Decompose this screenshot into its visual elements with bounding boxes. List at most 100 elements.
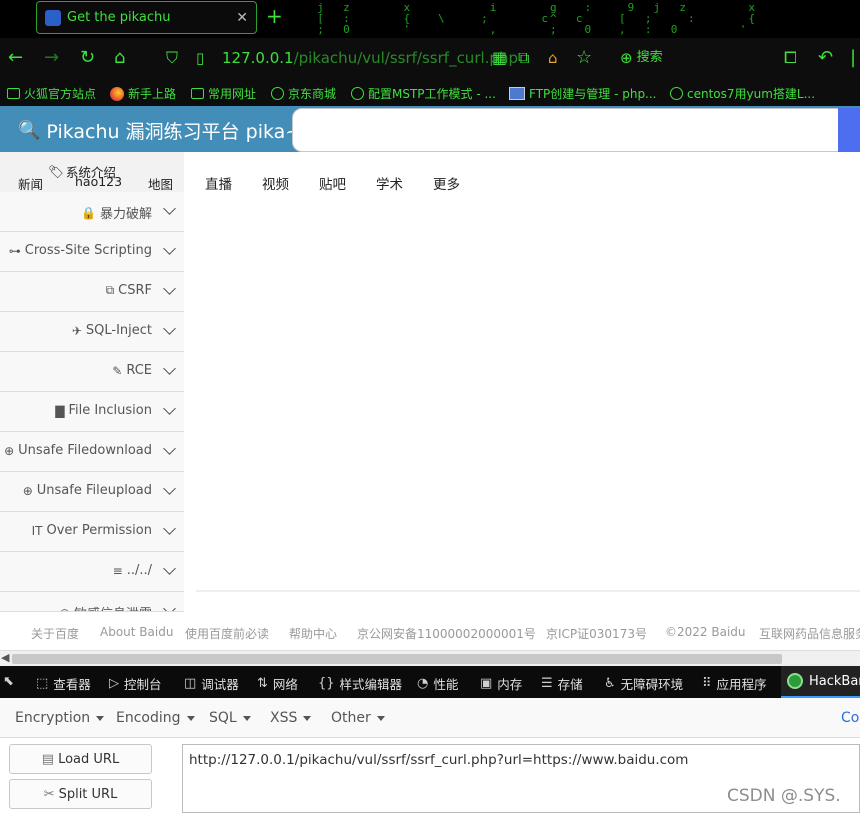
tab-bar: j z x i g : 9 j z x [ : { \ ; c^ c [ ; :… — [0, 0, 860, 38]
footer-link[interactable]: About Baidu — [100, 625, 173, 639]
footer-link[interactable]: 帮助中心 — [289, 625, 337, 642]
watermark: CSDN @.SYS. — [727, 786, 841, 806]
encryption-menu[interactable]: Encryption — [15, 710, 105, 726]
tab-inspector[interactable]: ⬚ 查看器 — [36, 674, 91, 693]
baidu-nav-news[interactable]: 新闻 — [18, 174, 43, 193]
sql-menu[interactable]: SQL — [209, 710, 251, 726]
baidu-nav-xueshu[interactable]: 学术 — [376, 173, 403, 193]
search-button[interactable]: ⊕ 搜索 — [620, 48, 663, 68]
back-icon[interactable]: ← — [8, 48, 23, 68]
url-bar[interactable]: 127.0.0.1/pikachu/vul/ssrf/ssrf_curl.php — [222, 49, 518, 67]
close-tab-icon[interactable]: ✕ — [236, 10, 248, 26]
baidu-favicon-icon: 🐾 — [45, 9, 61, 26]
sidebar-item-directory-traversal[interactable]: ≡ ../../ — [0, 552, 184, 592]
baidu-footer: 关于百度 About Baidu 使用百度前必读 帮助中心 京公网安备11000… — [0, 612, 860, 650]
tab-performance[interactable]: ◔ 性能 — [417, 674, 458, 693]
file-icon: ▇ — [55, 403, 65, 418]
tab-debugger[interactable]: ◫ 调试器 — [184, 674, 239, 693]
contribute-link[interactable]: Co — [841, 710, 859, 726]
baidu-nav-more[interactable]: 更多 — [433, 173, 460, 193]
upload-icon: ⊕ — [22, 483, 33, 498]
scrollbar-thumb[interactable] — [12, 654, 782, 664]
lock-icon: 🔒 — [81, 205, 96, 220]
split-url-button[interactable]: ✂ Split URL — [9, 779, 152, 809]
bookmark-item[interactable]: 京东商城 — [271, 85, 336, 102]
sidebar-item-file-inclusion[interactable]: ▇ File Inclusion — [0, 392, 184, 432]
memory-icon: ▣ — [480, 676, 493, 691]
sidebar-item-xss[interactable]: ⊶ Cross-Site Scripting — [0, 232, 184, 272]
forward-icon[interactable]: → — [44, 48, 59, 68]
baidu-search-button[interactable] — [838, 108, 860, 152]
bookmark-item[interactable]: 常用网址 — [191, 85, 256, 102]
menu-icon[interactable]: | — [850, 48, 856, 68]
shield-icon[interactable]: ⛉ — [166, 48, 178, 68]
sidebar-item-unsafe-filedownload[interactable]: ⊕ Unsafe Filedownload — [0, 432, 184, 472]
tab-hackbar[interactable]: HackBar — [781, 666, 860, 698]
debugger-icon: ◫ — [184, 676, 197, 691]
footer-link[interactable]: 互联网药品信息服务 — [759, 625, 860, 642]
sidebar-item-unsafe-fileupload[interactable]: ⊕ Unsafe Fileupload — [0, 472, 184, 512]
sidebar-item-sql-inject[interactable]: ✈ SQL-Inject — [0, 312, 184, 352]
chevron-down-icon — [163, 522, 176, 535]
house-extension-icon[interactable]: ⌂ — [548, 48, 558, 68]
encoding-menu[interactable]: Encoding — [116, 710, 195, 726]
other-menu[interactable]: Other — [331, 710, 385, 726]
footer-link[interactable]: 关于百度 — [31, 625, 79, 642]
baidu-nav-tieba[interactable]: 贴吧 — [319, 173, 346, 193]
translate-icon[interactable]: ⧉ — [518, 48, 529, 68]
bookmark-item[interactable]: 火狐官方站点 — [7, 85, 96, 102]
bookmarks-bar: 火狐官方站点 新手上路 常用网址 京东商城 配置MSTP工作模式 - ... F… — [0, 80, 860, 106]
tab-storage[interactable]: ☰ 存储 — [541, 674, 583, 693]
tab-console[interactable]: ▷ 控制台 — [109, 674, 162, 693]
scroll-left-icon[interactable]: ◀ — [1, 651, 9, 664]
sidebar-item-rce[interactable]: ✎ RCE — [0, 352, 184, 392]
matrix-background: j z x i g : 9 j z x [ : { \ ; c^ c [ ; :… — [317, 1, 757, 36]
sidebar-top-nav: 🏷 系统介绍 新闻 hao123 地图 — [0, 152, 184, 192]
caret-down-icon — [303, 715, 312, 721]
sidebar-item-csrf[interactable]: ⧉ CSRF — [0, 272, 184, 312]
bookmark-item[interactable]: 配置MSTP工作模式 - ... — [351, 85, 496, 102]
pick-element-icon[interactable]: ⬉ — [3, 674, 19, 689]
sidebar-item-over-permission[interactable]: IT Over Permission — [0, 512, 184, 552]
qr-code-icon[interactable]: ▦ — [492, 48, 507, 68]
network-icon: ⇅ — [257, 676, 268, 691]
application-icon: ⠿ — [702, 676, 712, 691]
chevron-down-icon — [163, 322, 176, 335]
baidu-nav-map[interactable]: 地图 — [148, 174, 173, 193]
baidu-nav-live[interactable]: 直播 — [205, 173, 232, 193]
inspector-icon: ⬚ — [36, 676, 49, 691]
tab-application[interactable]: ⠿ 应用程序 — [702, 674, 767, 693]
bookmark-item[interactable]: 新手上路 — [110, 85, 176, 102]
footer-link[interactable]: 京公网安备11000002000001号 — [357, 625, 536, 642]
xss-menu[interactable]: XSS — [270, 710, 312, 726]
tab-style-editor[interactable]: {} 样式编辑器 — [318, 674, 402, 693]
tab-memory[interactable]: ▣ 内存 — [480, 674, 522, 693]
horizontal-scrollbar[interactable]: ◀ — [0, 650, 860, 666]
baidu-nav-hao123[interactable]: hao123 — [75, 174, 122, 189]
site-brand[interactable]: 🔍 Pikachu 漏洞练习平台 pika~ — [18, 117, 301, 144]
url-host: 127.0.0.1 — [222, 49, 294, 67]
sidebar-item-brute-force[interactable]: 🔒 暴力破解 — [0, 192, 184, 232]
url-path: /pikachu/vul/ssrf/ssrf_curl.php — [293, 49, 518, 67]
load-url-button[interactable]: ▤ Load URL — [9, 744, 152, 774]
crop-icon[interactable]: ⧠ — [784, 48, 797, 68]
home-icon[interactable]: ⌂ — [114, 48, 125, 68]
baidu-nav-video[interactable]: 视频 — [262, 173, 289, 193]
bookmark-star-icon[interactable]: ☆ — [576, 48, 592, 68]
undo-icon[interactable]: ↶ — [818, 48, 833, 68]
caret-down-icon — [186, 715, 195, 721]
storage-icon: ☰ — [541, 676, 553, 691]
browser-tab[interactable]: 🐾 Get the pikachu ✕ — [36, 1, 257, 34]
new-tab-icon[interactable]: + — [266, 5, 283, 27]
footer-link[interactable]: 使用百度前必读 — [185, 625, 269, 642]
tab-accessibility[interactable]: ♿ 无障碍环境 — [604, 674, 683, 693]
footer-link[interactable]: 京ICP证030173号 — [546, 625, 647, 642]
tab-network[interactable]: ⇅ 网络 — [257, 674, 298, 693]
sidebar-item-sensitive-info[interactable]: ◉敏感信息泄露 — [0, 592, 184, 612]
reload-icon[interactable]: ↻ — [80, 48, 95, 68]
bookmark-item[interactable]: FTP创建与管理 - php... — [509, 85, 657, 102]
baidu-search-input[interactable] — [292, 108, 840, 152]
bookmark-item[interactable]: centos7用yum搭建L... — [670, 85, 815, 102]
tag-icon: 🏷 — [48, 163, 64, 179]
hackbar-menu: Encryption Encoding SQL XSS Other Co — [0, 698, 860, 738]
